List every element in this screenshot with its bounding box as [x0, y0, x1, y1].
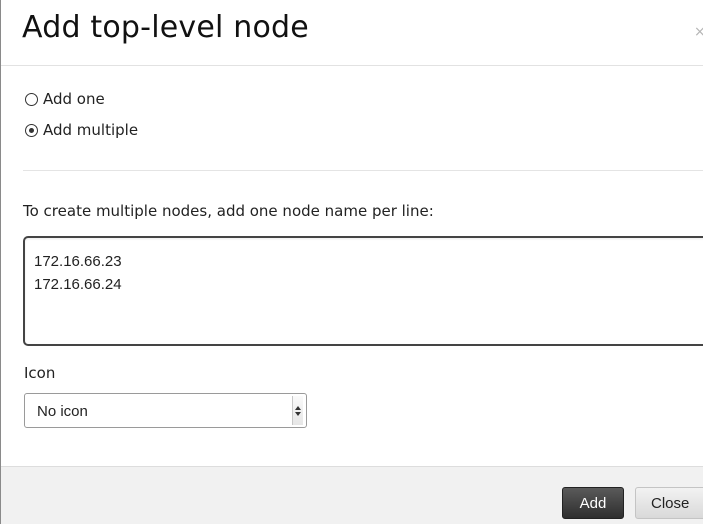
icon-field-label: Icon [24, 364, 56, 382]
radio-circle-unchecked[interactable] [25, 92, 38, 106]
radio-label-add-one: Add one [43, 90, 105, 108]
add-button[interactable]: Add [562, 487, 624, 519]
multiple-nodes-instructions: To create multiple nodes, add one node n… [23, 202, 434, 220]
node-line: 172.16.66.24 [34, 276, 122, 293]
radio-add-one[interactable]: Add one [25, 88, 105, 110]
add-node-dialog: Add top-level node × Add one Add multipl… [0, 0, 703, 524]
close-button[interactable]: Close [635, 487, 703, 519]
dialog-footer: Add Close [1, 466, 703, 524]
icon-select-value: No icon [37, 403, 88, 420]
radio-label-add-multiple: Add multiple [43, 121, 139, 139]
icon-select[interactable]: No icon [24, 393, 307, 428]
updown-arrows-icon[interactable] [292, 396, 303, 425]
dialog-header: Add top-level node × [1, 0, 703, 66]
section-divider [23, 170, 703, 171]
node-names-textarea[interactable]: 172.16.66.23 172.16.66.24 [23, 236, 703, 346]
radio-circle-checked[interactable] [25, 123, 38, 137]
radio-add-multiple[interactable]: Add multiple [25, 119, 138, 141]
node-line: 172.16.66.23 [34, 253, 122, 270]
dialog-title: Add top-level node [22, 10, 309, 45]
close-icon[interactable]: × [694, 24, 703, 40]
